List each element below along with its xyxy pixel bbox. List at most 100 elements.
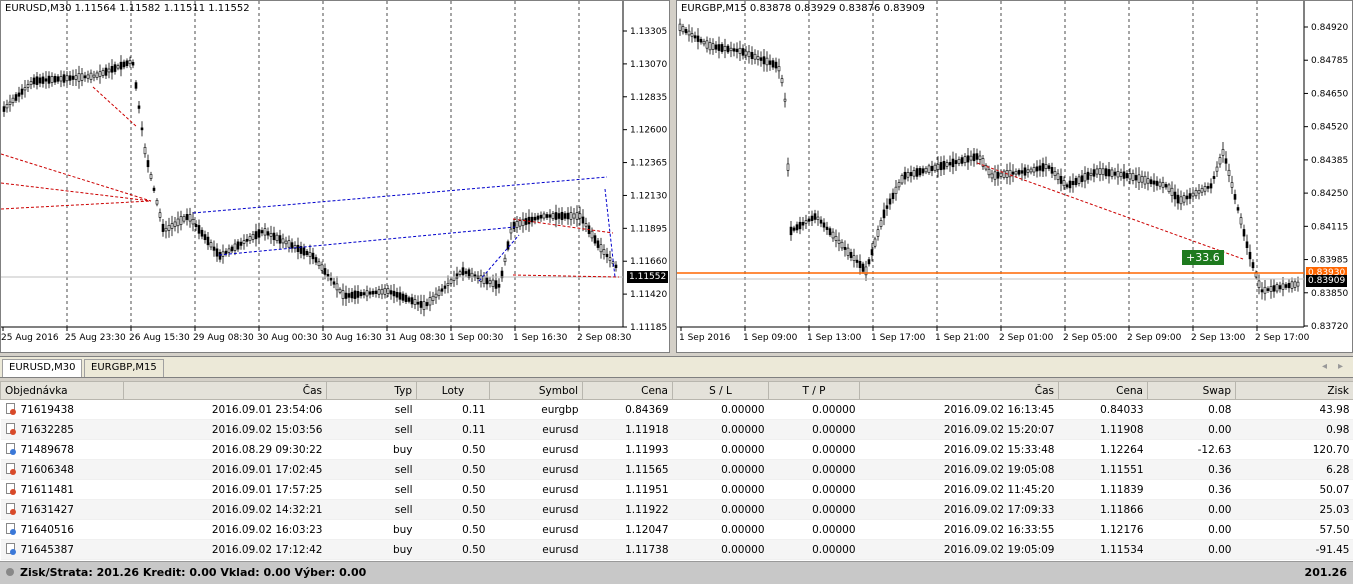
candle-body xyxy=(1032,167,1036,173)
candle-body xyxy=(756,56,760,60)
table-cell: 0.00000 xyxy=(672,459,769,480)
eurgbp-chart-canvas[interactable]: 0.84920 0.84785 0.84650 0.84520 0.84385 0.842… xyxy=(677,1,1353,353)
candle-body xyxy=(1218,157,1222,165)
col-header-symbol[interactable]: Symbol xyxy=(489,381,583,400)
table-row[interactable]: 71645387 2016.09.02 17:12:42 buy 0.50 eurusd… xyxy=(0,539,1353,560)
time-tick-label: 1 Sep 00:30 xyxy=(449,333,504,343)
candle-body xyxy=(1263,286,1267,294)
candle-body xyxy=(1155,180,1159,186)
candle-body xyxy=(783,98,787,102)
sell-trade-line xyxy=(1,182,152,202)
chart-window-eurgbp[interactable]: 0.84920 0.84785 0.84650 0.84520 0.84385 0.842… xyxy=(676,0,1353,353)
table-row[interactable]: 71631427 2016.09.02 14:32:21 sell 0.50 eurus… xyxy=(0,499,1353,520)
candle-body xyxy=(1092,169,1096,177)
table-row[interactable]: 71611481 2016.09.01 17:57:25 sell 0.50 eurus… xyxy=(0,479,1353,500)
price-tick-label: 1.11185 xyxy=(630,323,667,333)
table-cell: 0.00000 xyxy=(768,479,860,500)
candle-body xyxy=(882,209,886,219)
candle-body xyxy=(452,276,456,281)
table-cell: eurusd xyxy=(489,439,583,460)
candle-body xyxy=(1143,175,1147,185)
tab-scroll-left-icon[interactable]: ◂ xyxy=(1322,361,1327,372)
cell-text: 2016.09.02 16:03:23 xyxy=(211,523,323,536)
candle-body xyxy=(290,242,294,249)
candle-body xyxy=(38,77,42,84)
col-header-lots[interactable]: Loty xyxy=(416,381,490,400)
table-cell: 25.03 xyxy=(1235,499,1353,520)
table-cell: 43.98 xyxy=(1235,399,1353,420)
col-header-order[interactable]: Objednávka xyxy=(0,381,124,400)
col-header-open-price[interactable]: Cena xyxy=(582,381,673,400)
table-cell: eurgbp xyxy=(489,399,583,420)
table-cell: 1.12264 xyxy=(1058,439,1148,460)
col-header-type[interactable]: Typ xyxy=(326,381,417,400)
candle-body xyxy=(936,163,940,170)
candle-body xyxy=(86,74,90,79)
table-row[interactable]: 71640516 2016.09.02 16:03:23 buy 0.50 eurusd… xyxy=(0,519,1353,540)
candle-body xyxy=(1110,169,1114,177)
cell-text: sell xyxy=(394,423,413,436)
candle-body xyxy=(897,182,901,188)
table-cell: 71606348 xyxy=(0,459,124,480)
table-cell: eurusd xyxy=(489,459,583,480)
time-tick-label: 25 Aug 2016 xyxy=(1,333,59,343)
table-cell: 2016.09.02 19:05:09 xyxy=(859,539,1059,560)
tab-eurusd-m30[interactable]: EURUSD,M30 xyxy=(2,359,83,377)
candle-body xyxy=(89,72,93,80)
candle-body xyxy=(548,214,552,218)
table-cell: 1.12176 xyxy=(1058,519,1148,540)
table-cell: 71631427 xyxy=(0,499,124,520)
candle-body xyxy=(1140,176,1144,183)
price-tick-label: 0.83850 xyxy=(1311,289,1348,299)
candle-body xyxy=(593,235,597,244)
candle-body xyxy=(930,165,934,171)
table-cell: 0.98 xyxy=(1235,419,1353,440)
col-header-swap[interactable]: Swap xyxy=(1147,381,1236,400)
table-row[interactable]: 71632285 2016.09.02 15:03:56 sell 0.11 eurus… xyxy=(0,419,1353,440)
table-cell: 1.11738 xyxy=(582,539,673,560)
table-row[interactable]: 71489678 2016.08.29 09:30:22 buy 0.50 eurusd… xyxy=(0,439,1353,460)
col-header-open-time[interactable]: Čas xyxy=(123,381,327,400)
candle-body xyxy=(870,249,874,256)
candle-body xyxy=(182,216,186,222)
candle-body xyxy=(1158,181,1162,187)
candle-body xyxy=(242,240,246,244)
price-tick-label: 0.84650 xyxy=(1311,89,1348,99)
col-header-profit[interactable]: Zisk xyxy=(1235,381,1353,400)
price-tick-label: 1.12835 xyxy=(630,93,667,103)
candle-body xyxy=(852,255,856,261)
candle-body xyxy=(197,225,201,234)
candle-body xyxy=(1242,229,1246,237)
tab-scroll-right-icon[interactable]: ▸ xyxy=(1338,361,1343,372)
candle-body xyxy=(29,81,33,85)
col-header-close-time[interactable]: Čas xyxy=(859,381,1059,400)
tab-eurgbp-m15[interactable]: EURGBP,M15 xyxy=(84,359,164,377)
col-header-close-price[interactable]: Cena xyxy=(1058,381,1148,400)
col-header-tp[interactable]: T / P xyxy=(768,381,860,400)
candle-body xyxy=(449,279,453,284)
table-cell: 2016.09.02 11:45:20 xyxy=(859,479,1059,500)
cell-text: 2016.09.02 17:12:42 xyxy=(211,543,323,556)
candle-body xyxy=(284,240,288,245)
col-header-sl[interactable]: S / L xyxy=(672,381,769,400)
candle-body xyxy=(942,161,946,170)
cell-text: 1.12047 xyxy=(625,523,669,536)
chart-window-eurusd[interactable]: 1.13305 1.13070 1.12835 1.12600 1.12365 1.121… xyxy=(0,0,670,353)
eurusd-chart-canvas[interactable]: 1.13305 1.13070 1.12835 1.12600 1.12365 1.121… xyxy=(1,1,670,353)
candle-body xyxy=(134,82,138,89)
candle-body xyxy=(272,232,276,241)
table-cell: -91.45 xyxy=(1235,539,1353,560)
time-tick-label: 2 Sep 01:00 xyxy=(999,333,1054,343)
price-tick-label: 0.83985 xyxy=(1311,256,1348,266)
candle-body xyxy=(1272,285,1276,292)
candle-body xyxy=(963,156,967,163)
time-tick-label: 2 Sep 05:00 xyxy=(1063,333,1118,343)
table-header-row: Objednávka Čas Typ Loty Symbol Cena S / … xyxy=(0,381,1353,400)
table-row[interactable]: 71619438 2016.09.01 23:54:06 sell 0.11 eurgb… xyxy=(0,399,1353,420)
candle-body xyxy=(74,75,78,80)
candle-body xyxy=(750,52,754,60)
candle-body xyxy=(569,212,573,220)
sell-trade-line xyxy=(976,162,1244,260)
table-row[interactable]: 71606348 2016.09.01 17:02:45 sell 0.50 eurus… xyxy=(0,459,1353,480)
candle-body xyxy=(843,247,847,250)
